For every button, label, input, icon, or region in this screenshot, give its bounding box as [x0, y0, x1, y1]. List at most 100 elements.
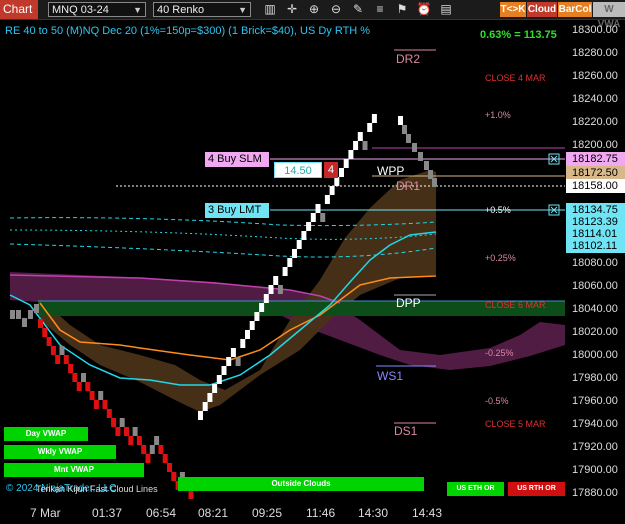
- order-quantity-value[interactable]: 14.50: [274, 162, 322, 178]
- bar-type-selector[interactable]: 40 Renko ▼: [153, 2, 251, 17]
- instrument-value: MNQ 03-24: [52, 4, 109, 16]
- percent-stat: 0.63% = 113.75: [480, 29, 557, 41]
- pct-plus1-label: +1.0%: [485, 110, 511, 120]
- renko-brick: [212, 384, 218, 393]
- order-count-badge[interactable]: 4: [324, 162, 338, 178]
- zoom-in-icon[interactable]: ⊕: [306, 2, 322, 17]
- buy-lmt-order-tag[interactable]: 3 Buy LMT: [205, 203, 269, 218]
- tk-badge[interactable]: T<>K: [500, 2, 526, 17]
- renko-brick: [324, 195, 330, 204]
- wpp-label: WPP: [377, 164, 405, 178]
- price-label: 18158.00: [566, 179, 625, 193]
- renko-brick: [398, 116, 403, 125]
- renko-brick: [362, 141, 368, 150]
- price-tick: 17980.00: [572, 372, 618, 384]
- renko-brick: [357, 132, 363, 141]
- renko-brick: [141, 445, 147, 454]
- renko-brick: [188, 490, 194, 499]
- price-label: 18102.11: [566, 239, 625, 253]
- renko-brick: [306, 222, 312, 231]
- renko-brick: [16, 310, 21, 319]
- pct-plus025-label: +0.25%: [485, 253, 516, 263]
- renko-brick: [418, 152, 423, 161]
- renko-brick: [367, 123, 373, 132]
- renko-brick: [85, 382, 91, 391]
- price-tick: 18300.00: [572, 24, 618, 36]
- renko-brick: [115, 427, 121, 436]
- alert-icon[interactable]: ⏰: [416, 2, 432, 17]
- outside-clouds-button[interactable]: Outside Clouds: [178, 477, 424, 491]
- time-tick: 7 Mar: [30, 506, 61, 520]
- price-tick: 18080.00: [572, 257, 618, 269]
- chevron-down-icon: ▼: [238, 5, 247, 15]
- close-6-mar-label: CLOSE 6 MAR: [485, 300, 546, 310]
- close-5-mar-label: CLOSE 5 MAR: [485, 419, 546, 429]
- ds1-label: DS1: [394, 424, 418, 438]
- price-tick: 18280.00: [572, 47, 618, 59]
- price-tick: 18000.00: [572, 349, 618, 361]
- time-tick: 14:30: [358, 506, 389, 520]
- renko-brick: [216, 375, 222, 384]
- renko-brick: [277, 285, 283, 294]
- properties-icon[interactable]: ≡: [372, 2, 388, 17]
- bar-chart-icon[interactable]: ▥: [262, 2, 278, 17]
- time-axis[interactable]: 7 Mar 01:37 06:54 08:21 09:25 11:46 14:30 14:43: [0, 500, 565, 524]
- day-vwap-button[interactable]: Day VWAP: [4, 427, 88, 441]
- renko-brick: [263, 294, 269, 303]
- renko-brick: [412, 143, 417, 152]
- us-eth-or-button[interactable]: US ETH OR: [447, 482, 504, 496]
- toolbar: Chart MNQ 03-24 ▼ 40 Renko ▼ ▥ ✛ ⊕ ⊖ ✎ ≡ ⚑…: [0, 0, 625, 30]
- renko-brick: [320, 213, 326, 222]
- template-icon[interactable]: ▤: [438, 2, 454, 17]
- renko-brick: [76, 382, 82, 391]
- strategy-icon[interactable]: ⚑: [394, 2, 410, 17]
- price-tick: 18040.00: [572, 303, 618, 315]
- renko-brick: [50, 346, 56, 355]
- renko-brick: [329, 186, 335, 195]
- renko-brick: [22, 318, 27, 327]
- chart-tab[interactable]: Chart: [0, 0, 38, 19]
- close-4-mar-label: CLOSE 4 MAR: [485, 73, 546, 83]
- price-tick: 17880.00: [572, 487, 618, 499]
- chevron-down-icon: ▼: [133, 5, 142, 15]
- renko-brick: [128, 436, 134, 445]
- renko-brick: [245, 330, 250, 339]
- zoom-out-icon[interactable]: ⊖: [328, 2, 344, 17]
- cloud-badge[interactable]: Cloud: [527, 2, 557, 17]
- renko-brick: [268, 285, 274, 294]
- renko-brick: [353, 141, 359, 150]
- renko-brick: [124, 427, 129, 436]
- renko-brick: [72, 373, 78, 382]
- renko-brick: [259, 303, 265, 312]
- renko-brick: [145, 454, 151, 463]
- instrument-selector[interactable]: MNQ 03-24 ▼: [48, 2, 146, 17]
- price-tick: 17920.00: [572, 441, 618, 453]
- renko-brick: [249, 321, 255, 330]
- renko-brick: [10, 310, 15, 319]
- renko-brick: [119, 418, 125, 427]
- time-tick: 14:43: [412, 506, 443, 520]
- crosshair-icon[interactable]: ✛: [284, 2, 300, 17]
- renko-brick: [149, 445, 155, 454]
- renko-brick: [334, 177, 340, 186]
- wkly-vwap-button[interactable]: Wkly VWAP: [4, 445, 116, 459]
- mnt-vwap-button[interactable]: Mnt VWAP: [4, 463, 144, 477]
- renko-brick: [301, 231, 307, 240]
- renko-brick: [136, 436, 142, 445]
- wvwap-badge[interactable]: W VWA: [593, 2, 625, 30]
- pencil-icon[interactable]: ✎: [350, 2, 366, 17]
- buy-slm-order-tag[interactable]: 4 Buy SLM: [205, 152, 269, 167]
- price-axis[interactable]: 18300.00 18280.00 18260.00 18240.00 18220.00…: [566, 20, 625, 500]
- renko-brick: [296, 240, 302, 249]
- price-tick: 17960.00: [572, 395, 618, 407]
- renko-brick: [34, 304, 39, 313]
- renko-brick: [158, 445, 164, 454]
- chart-info-line: RE 40 to 50 (M)NQ Dec 20 (1%=150p=$300) …: [5, 25, 371, 37]
- renko-brick: [240, 339, 246, 348]
- renko-brick: [254, 312, 260, 321]
- renko-brick: [42, 328, 48, 337]
- us-rth-or-button[interactable]: US RTH OR: [508, 482, 565, 496]
- ws1-label: WS1: [377, 369, 404, 383]
- price-tick: 18020.00: [572, 326, 618, 338]
- barcol-badge[interactable]: BarCol: [558, 2, 592, 17]
